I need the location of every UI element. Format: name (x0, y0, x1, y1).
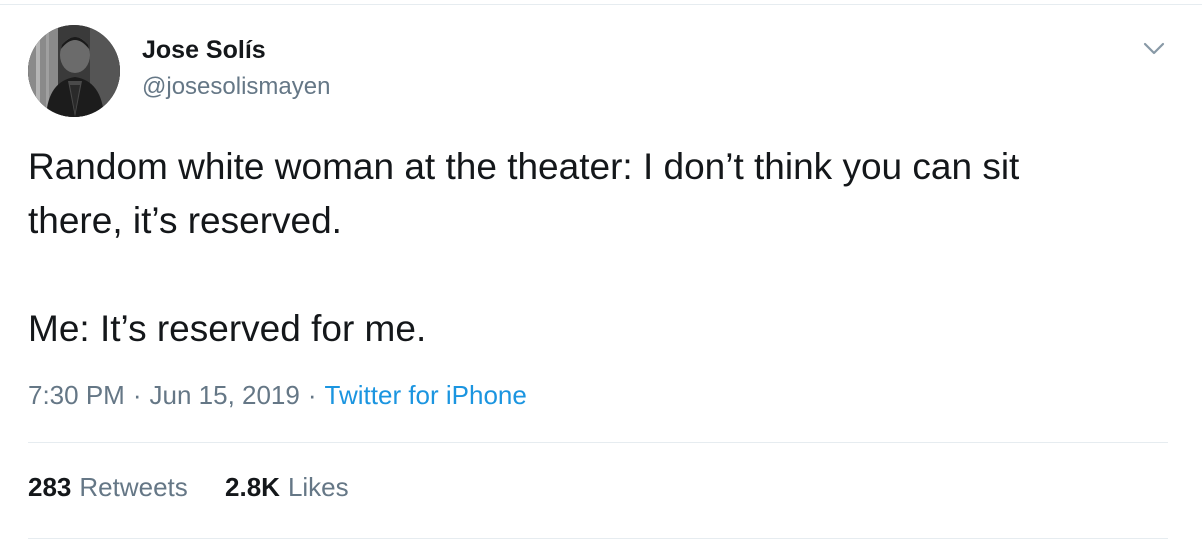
stats-bottom-divider (28, 538, 1168, 539)
tweet-date[interactable]: Jun 15, 2019 (150, 380, 300, 410)
top-divider (0, 4, 1202, 5)
profile-photo-icon (28, 25, 120, 117)
retweets-stat[interactable]: 283 Retweets (28, 472, 188, 503)
separator-dot: · (307, 380, 317, 410)
tweet-source-link[interactable]: Twitter for iPhone (325, 380, 527, 410)
retweets-label: Retweets (79, 472, 188, 502)
tweet-line: there, it’s reserved. (28, 200, 342, 241)
user-handle[interactable]: @josesolismayen (142, 73, 330, 101)
likes-stat[interactable]: 2.8K Likes (225, 472, 349, 503)
likes-label: Likes (287, 472, 349, 502)
display-name[interactable]: Jose Solís (142, 36, 266, 65)
tweet-line: Random white woman at the theater: I don… (28, 146, 1020, 187)
tweet-stats: 283 Retweets 2.8K Likes (28, 472, 379, 503)
avatar[interactable] (28, 25, 120, 117)
tweet-text: Random white woman at the theater: I don… (28, 140, 1168, 356)
tweet-line: Me: It’s reserved for me. (28, 308, 427, 349)
retweets-count: 283 (28, 472, 72, 502)
separator-dot: · (132, 380, 142, 410)
tweet-metadata: 7:30 PM · Jun 15, 2019 · Twitter for iPhone (28, 380, 527, 411)
chevron-down-icon[interactable] (1140, 34, 1168, 62)
likes-count: 2.8K (225, 472, 280, 502)
stats-top-divider (28, 442, 1168, 443)
tweet-card: Jose Solís @josesolismayen Random white … (0, 0, 1202, 540)
tweet-time[interactable]: 7:30 PM (28, 380, 125, 410)
